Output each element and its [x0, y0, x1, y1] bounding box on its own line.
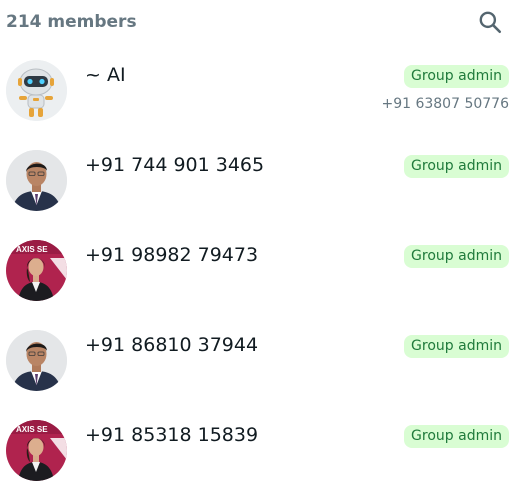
svg-text:AXIS SE: AXIS SE	[16, 425, 48, 434]
robot-avatar	[6, 60, 67, 121]
group-admin-badge: Group admin	[404, 335, 509, 358]
member-phone: +91 63807 50776	[381, 96, 509, 112]
member-count: 214 members	[6, 12, 137, 32]
member-name: +91 744 901 3465	[85, 154, 265, 176]
member-row[interactable]: AXIS SE +91 98982 79473 Group admin	[0, 240, 521, 320]
man-photo-avatar	[6, 330, 67, 391]
members-header: 214 members	[0, 0, 521, 44]
search-icon	[479, 11, 502, 34]
member-name: +91 98982 79473	[85, 244, 259, 266]
member-row[interactable]: ~ AI Group admin +91 63807 50776	[0, 60, 521, 140]
member-name: +91 85318 15839	[85, 424, 259, 446]
group-admin-badge: Group admin	[404, 245, 509, 268]
group-admin-badge: Group admin	[404, 155, 509, 178]
member-name: ~ AI	[85, 64, 126, 86]
man-photo-avatar	[6, 150, 67, 211]
woman-photo-avatar: AXIS SE	[6, 240, 67, 301]
search-button[interactable]	[474, 6, 506, 38]
member-row[interactable]: +91 86810 37944 Group admin	[0, 330, 521, 410]
member-name: +91 86810 37944	[85, 334, 259, 356]
woman-photo-avatar: AXIS SE	[6, 420, 67, 481]
member-row[interactable]: +91 744 901 3465 Group admin	[0, 150, 521, 230]
svg-text:AXIS SE: AXIS SE	[16, 245, 48, 254]
group-admin-badge: Group admin	[404, 425, 509, 448]
member-row[interactable]: AXIS SE +91 85318 15839 Group admin	[0, 420, 521, 500]
group-admin-badge: Group admin	[404, 65, 509, 88]
